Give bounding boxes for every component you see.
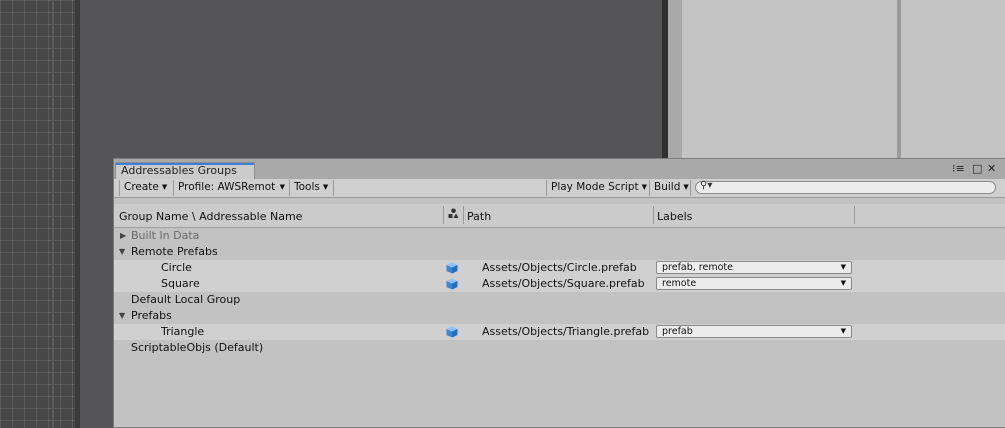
- labels-value: prefab: [662, 326, 693, 337]
- column-path[interactable]: Path: [467, 210, 491, 223]
- entry-name: Square: [161, 277, 200, 290]
- group-row-default-local-group[interactable]: Default Local Group: [114, 292, 1005, 308]
- tools-label: Tools: [294, 181, 320, 193]
- group-row-built-in-data[interactable]: ▶ Built In Data: [114, 228, 1005, 244]
- entry-name: Triangle: [161, 325, 205, 338]
- tab-accent: [116, 163, 254, 165]
- column-divider[interactable]: [854, 206, 855, 224]
- dropdown-arrow-icon: ▼: [840, 263, 846, 271]
- build-button[interactable]: Build ▼: [649, 180, 691, 196]
- asset-type-icon[interactable]: [448, 208, 459, 222]
- triangle-down-icon[interactable]: ▼: [119, 244, 125, 260]
- group-name: Default Local Group: [131, 293, 241, 306]
- group-name: Prefabs: [131, 309, 172, 322]
- scene-grid-background: [0, 0, 75, 428]
- column-divider[interactable]: [653, 206, 654, 224]
- labels-value: prefab, remote: [662, 262, 733, 273]
- dropdown-arrow-icon: ▼: [840, 327, 846, 335]
- addressables-groups-window: Addressables Groups ⁝≡ □ ✕ Create ▼ Profi…: [113, 158, 1005, 428]
- play-mode-label: Play Mode Script: [551, 181, 639, 193]
- entry-path: Assets/Objects/Circle.prefab: [482, 261, 637, 274]
- dropdown-arrow-icon: ▼: [279, 183, 285, 191]
- tab-addressables-groups[interactable]: Addressables Groups: [115, 162, 255, 179]
- entry-row-circle[interactable]: Circle Assets/Objects/Circle.prefab pref…: [114, 260, 1005, 276]
- labels-dropdown[interactable]: prefab, remote ▼: [656, 261, 852, 274]
- window-menu-icon[interactable]: ⁝≡: [952, 162, 965, 175]
- labels-dropdown[interactable]: remote ▼: [656, 277, 852, 290]
- entry-name: Circle: [161, 261, 192, 274]
- dropdown-arrow-icon: ▼: [641, 183, 648, 191]
- play-mode-script-dropdown[interactable]: Play Mode Script ▼: [546, 180, 648, 196]
- dropdown-arrow-icon: ▼: [322, 183, 329, 191]
- prefab-cube-icon: [446, 278, 458, 290]
- entry-path: Assets/Objects/Square.prefab: [482, 277, 645, 290]
- profile-dropdown[interactable]: Profile: AWSRemote ▼: [173, 180, 288, 196]
- prefab-cube-icon: [446, 262, 458, 274]
- create-label: Create: [124, 181, 159, 193]
- grid-edge: [52, 0, 54, 428]
- triangle-right-icon[interactable]: ▶: [120, 228, 126, 244]
- group-name: ScriptableObjs (Default): [131, 341, 264, 354]
- column-divider[interactable]: [443, 206, 444, 224]
- entry-row-square[interactable]: Square Assets/Objects/Square.prefab remo…: [114, 276, 1005, 292]
- group-name: Built In Data: [131, 229, 200, 242]
- column-group-name[interactable]: Group Name \ Addressable Name: [119, 210, 302, 223]
- dropdown-arrow-icon: ▼: [161, 183, 168, 191]
- maximize-icon[interactable]: □: [972, 162, 982, 175]
- column-labels[interactable]: Labels: [657, 210, 692, 223]
- search-input[interactable]: ⚲▾: [695, 180, 996, 194]
- toolbar: Create ▼ Profile: AWSRemote ▼ Tools ▼ Play …: [114, 179, 1005, 198]
- tab-bar: Addressables Groups ⁝≡ □ ✕: [114, 159, 1005, 180]
- close-icon[interactable]: ✕: [987, 162, 996, 175]
- tab-title: Addressables Groups: [121, 164, 237, 177]
- group-row-scriptableobjs[interactable]: ScriptableObjs (Default): [114, 340, 1005, 356]
- prefab-cube-icon: [446, 326, 458, 338]
- group-row-prefabs[interactable]: ▼ Prefabs: [114, 308, 1005, 324]
- labels-dropdown[interactable]: prefab ▼: [656, 325, 852, 338]
- column-header: Group Name \ Addressable Name Path Label…: [114, 204, 1005, 228]
- dropdown-arrow-icon: ▼: [840, 279, 846, 287]
- group-name: Remote Prefabs: [131, 245, 218, 258]
- column-divider[interactable]: [463, 206, 464, 224]
- search-icon: ⚲▾: [700, 180, 713, 191]
- build-label: Build: [654, 181, 681, 193]
- group-row-remote-prefabs[interactable]: ▼ Remote Prefabs: [114, 244, 1005, 260]
- labels-value: remote: [662, 278, 697, 289]
- entry-row-triangle[interactable]: Triangle Assets/Objects/Triangle.prefab …: [114, 324, 1005, 340]
- tools-button[interactable]: Tools ▼: [289, 180, 334, 196]
- dropdown-arrow-icon: ▼: [683, 183, 689, 191]
- profile-label: Profile: AWSRemote: [178, 181, 276, 193]
- entry-path: Assets/Objects/Triangle.prefab: [482, 325, 650, 338]
- triangle-down-icon[interactable]: ▼: [119, 308, 125, 324]
- create-button[interactable]: Create ▼: [119, 180, 172, 196]
